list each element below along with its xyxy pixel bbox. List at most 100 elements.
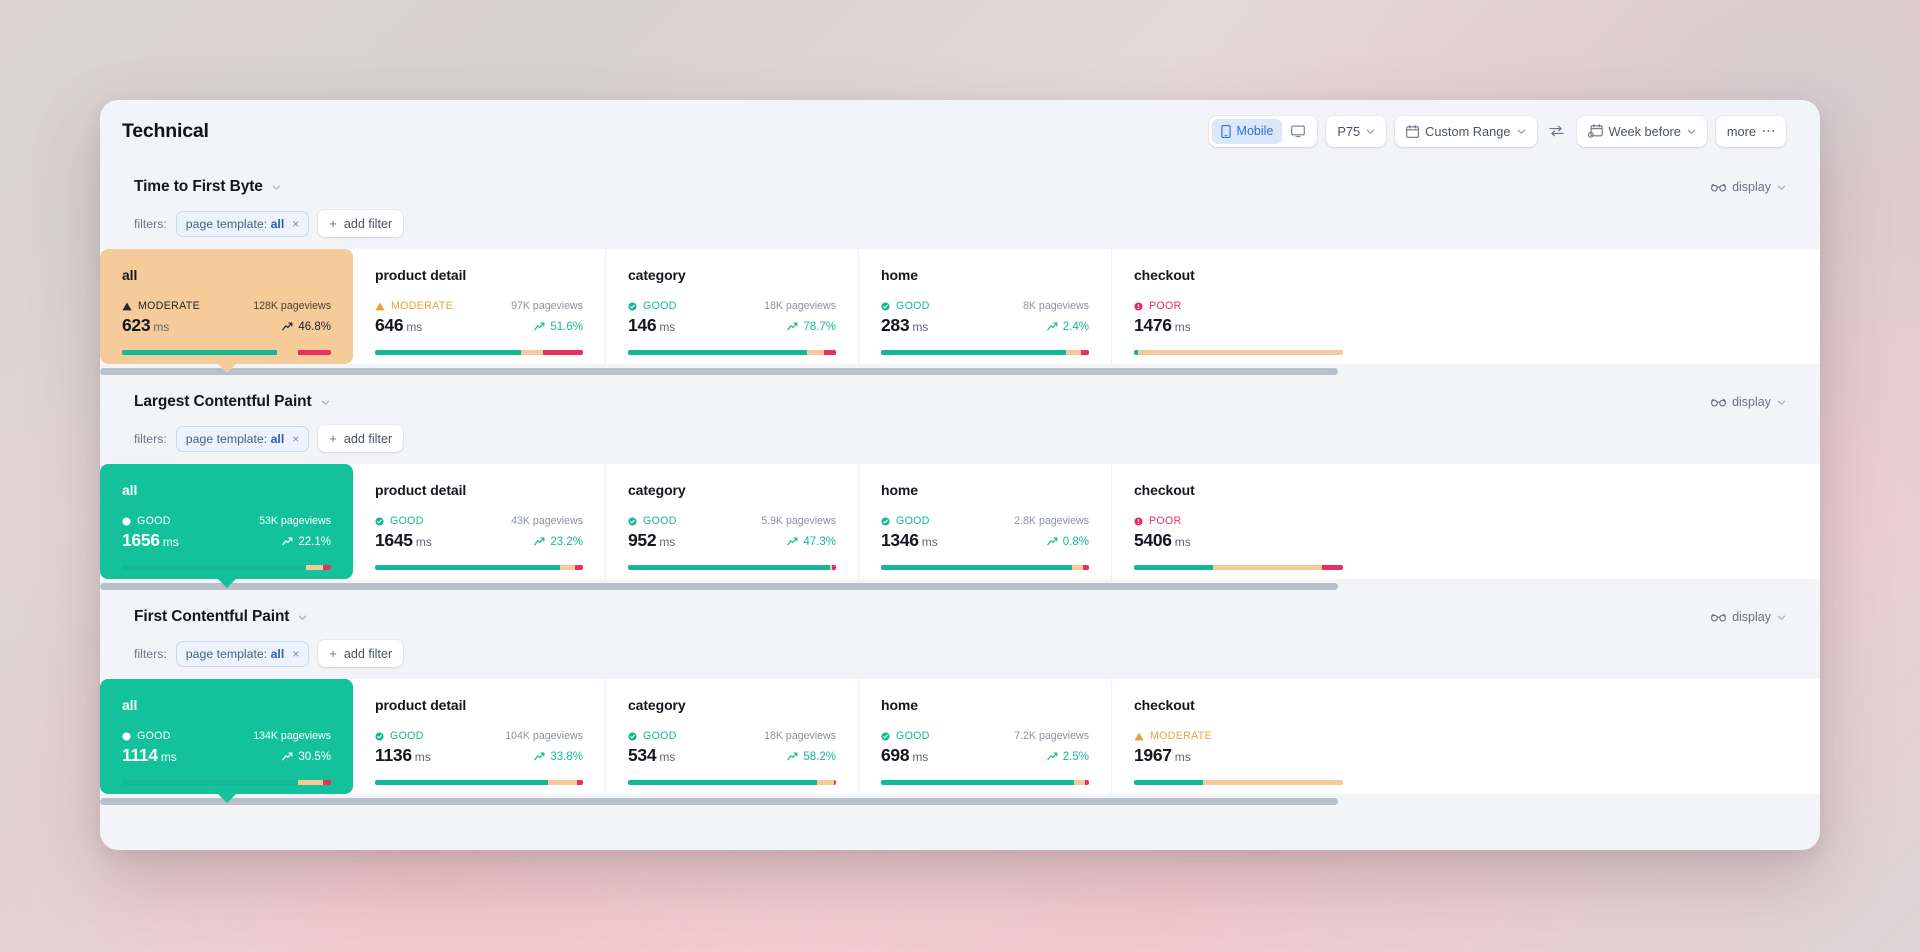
metric-value-group: 1967 ms: [1134, 745, 1191, 766]
date-range-selector[interactable]: Custom Range: [1395, 115, 1537, 147]
metric-card[interactable]: category GOOD 18K pageviews 146 ms 78.7%: [606, 249, 859, 364]
distribution-bar-moderate: [806, 350, 824, 355]
filters-label: filters:: [134, 646, 167, 661]
sections-scroll-area[interactable]: Time to First Byte display filters: page te…: [100, 162, 1820, 850]
metric-delta-value: 46.8%: [298, 320, 331, 333]
horizontal-scrollbar[interactable]: [100, 798, 1820, 805]
scrollbar-thumb[interactable]: [100, 368, 1339, 375]
chevron-down-icon[interactable]: [321, 398, 330, 407]
chevron-down-icon: [1777, 613, 1786, 622]
metric-card[interactable]: product detail GOOD 43K pageviews 1645 ms 23.…: [353, 464, 606, 579]
close-icon[interactable]: ×: [292, 218, 299, 230]
date-range-label: Custom Range: [1425, 123, 1511, 139]
plus-icon: +: [329, 431, 337, 446]
good-status-icon: [375, 516, 384, 526]
metric-delta: 2.5%: [1047, 751, 1089, 763]
plus-icon: +: [329, 646, 337, 661]
filter-chip-page-template[interactable]: page template: all ×: [175, 640, 310, 667]
cards-strip: all GOOD 53K pageviews 1656 ms 22.1% product d…: [100, 464, 1820, 588]
metric-card[interactable]: all MODERATE 128K pageviews 623 ms 46.8%: [100, 249, 353, 373]
metric-card[interactable]: home GOOD 7.2K pageviews 698 ms 2.5%: [859, 679, 1112, 794]
status-badge-label: GOOD: [896, 730, 930, 742]
metric-card-value-row: 146 ms 78.7%: [628, 315, 836, 336]
compare-period-label: Week before: [1608, 123, 1681, 139]
close-icon[interactable]: ×: [292, 433, 299, 445]
filter-chip-page-template[interactable]: page template: all ×: [175, 425, 310, 452]
display-options-button[interactable]: display: [1711, 395, 1786, 409]
percentile-label: P75: [1337, 123, 1361, 139]
pageviews-label: 2.8K pageviews: [1014, 515, 1089, 527]
horizontal-scrollbar[interactable]: [100, 583, 1820, 590]
section-title: Time to First Byte: [134, 178, 263, 195]
close-icon[interactable]: ×: [292, 648, 299, 660]
distribution-bar-poor: [322, 565, 331, 570]
cards-strip-wrapper: all GOOD 53K pageviews 1656 ms 22.1% product d…: [100, 464, 1820, 590]
device-mobile-button[interactable]: Mobile: [1211, 118, 1283, 144]
metric-card[interactable]: product detail GOOD 104K pageviews 1136 ms 33…: [353, 679, 606, 794]
display-options-button[interactable]: display: [1711, 610, 1786, 624]
add-filter-button[interactable]: + add filter: [318, 640, 404, 667]
distribution-bar-poor: [1082, 565, 1089, 570]
metric-card-meta-row: GOOD 43K pageviews: [375, 515, 583, 527]
section-title-group[interactable]: First Contentful Paint: [134, 608, 307, 626]
metric-card[interactable]: all GOOD 134K pageviews 1114 ms 30.5%: [100, 679, 353, 803]
toolbar: Mobile P75 Custom Range Week before more: [1208, 115, 1786, 147]
metric-delta-value: 2.4%: [1062, 320, 1089, 333]
section-title-group[interactable]: Time to First Byte: [134, 178, 281, 196]
metric-card-value-row: 623 ms 46.8%: [122, 315, 331, 336]
chevron-down-icon: [1687, 127, 1696, 136]
add-filter-label: add filter: [343, 646, 393, 661]
device-desktop-button[interactable]: [1282, 119, 1314, 144]
more-label: more: [1726, 123, 1756, 139]
metric-card-meta-row: GOOD 8K pageviews: [881, 300, 1089, 312]
status-badge: GOOD: [122, 730, 171, 742]
section-title-group[interactable]: Largest Contentful Paint: [134, 393, 330, 411]
metric-card-title: category: [628, 267, 686, 283]
display-label: display: [1732, 180, 1771, 194]
metric-card[interactable]: checkout POOR 1476 ms: [1112, 249, 1365, 364]
metric-unit: ms: [659, 535, 676, 549]
metric-card[interactable]: category GOOD 5.9K pageviews 952 ms 47.3%: [606, 464, 859, 579]
metric-unit: ms: [921, 535, 938, 549]
distribution-bar-moderate: [1202, 780, 1343, 785]
metric-card[interactable]: checkout POOR 5406 ms: [1112, 464, 1365, 579]
metric-card[interactable]: home GOOD 8K pageviews 283 ms 2.4%: [859, 249, 1112, 364]
more-options-button[interactable]: more: [1715, 115, 1786, 147]
metric-card[interactable]: home GOOD 2.8K pageviews 1346 ms 0.8%: [859, 464, 1112, 579]
compare-swap-icon[interactable]: [1546, 116, 1568, 147]
metric-card[interactable]: all GOOD 53K pageviews 1656 ms 22.1%: [100, 464, 353, 588]
scrollbar-thumb[interactable]: [100, 583, 1339, 590]
status-badge-label: POOR: [1149, 300, 1182, 312]
distribution-bar-good: [375, 780, 548, 785]
metric-card-title: home: [881, 482, 918, 498]
percentile-selector[interactable]: P75: [1326, 115, 1387, 147]
pageviews-label: 5.9K pageviews: [761, 515, 836, 527]
trend-up-arrow-icon: [534, 322, 545, 331]
distribution-bar-poor: [297, 350, 331, 355]
add-filter-button[interactable]: + add filter: [318, 210, 404, 237]
add-filter-button[interactable]: + add filter: [318, 425, 404, 452]
metric-card[interactable]: category GOOD 18K pageviews 534 ms 58.2%: [606, 679, 859, 794]
metric-card[interactable]: product detail MODERATE 97K pageviews 646 ms…: [353, 249, 606, 364]
display-options-button[interactable]: display: [1711, 180, 1786, 194]
distribution-bar-good: [881, 780, 1075, 785]
status-badge: POOR: [1134, 515, 1182, 527]
horizontal-scrollbar[interactable]: [100, 368, 1820, 375]
metric-card[interactable]: checkout MODERATE 1967 ms: [1112, 679, 1365, 794]
filter-chip-text: page template: all: [186, 647, 284, 661]
filter-chip-page-template[interactable]: page template: all ×: [175, 210, 310, 237]
compare-period-selector[interactable]: Week before: [1576, 115, 1707, 147]
device-toggle-group: Mobile: [1208, 115, 1318, 147]
chevron-down-icon[interactable]: [272, 183, 281, 192]
filter-chip-prefix: page template:: [185, 646, 268, 661]
distribution-bar-poor: [322, 780, 331, 785]
status-badge-label: GOOD: [643, 515, 677, 527]
chevron-down-icon: [1777, 398, 1786, 407]
metric-value: 283: [881, 315, 910, 335]
filter-chip-prefix: page template:: [185, 216, 268, 231]
metric-delta-value: 33.8%: [550, 750, 583, 763]
poor-status-icon: [1134, 516, 1143, 526]
metric-delta: 0.8%: [1047, 536, 1089, 548]
chevron-down-icon[interactable]: [298, 613, 307, 622]
scrollbar-thumb[interactable]: [100, 798, 1339, 805]
